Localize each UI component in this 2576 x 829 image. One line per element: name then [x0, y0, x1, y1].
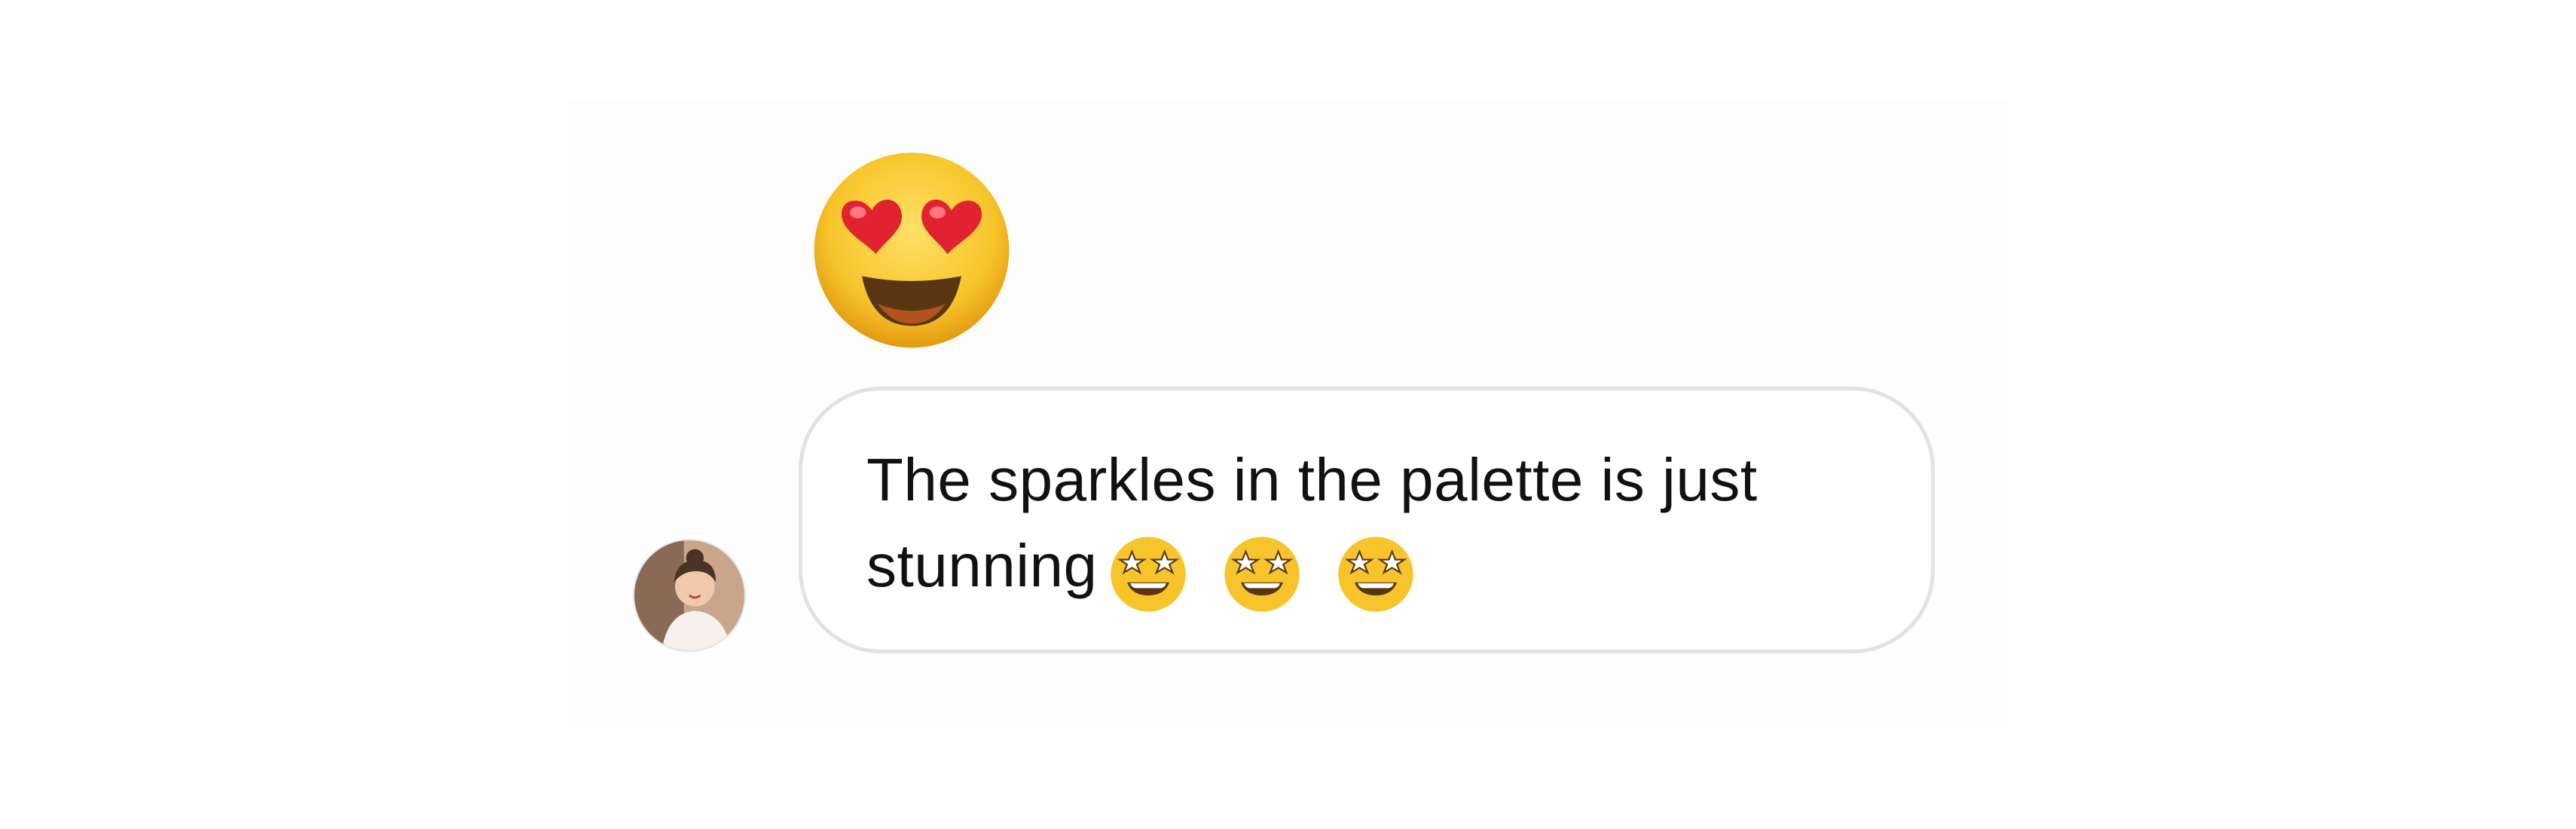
message-emoji-row: [1108, 534, 1431, 619]
star-struck-emoji-icon: [1108, 534, 1189, 615]
heart-eyes-emoji-icon[interactable]: [812, 151, 1011, 350]
message-bubble[interactable]: The sparkles in the palette is just stun…: [799, 387, 1935, 653]
star-struck-emoji-icon: [1335, 534, 1416, 615]
message-text-block: The sparkles in the palette is just stun…: [866, 437, 1876, 619]
star-struck-emoji-icon: [1221, 534, 1303, 615]
sender-avatar[interactable]: [633, 539, 746, 652]
chat-panel: The sparkles in the palette is just stun…: [567, 98, 2008, 730]
